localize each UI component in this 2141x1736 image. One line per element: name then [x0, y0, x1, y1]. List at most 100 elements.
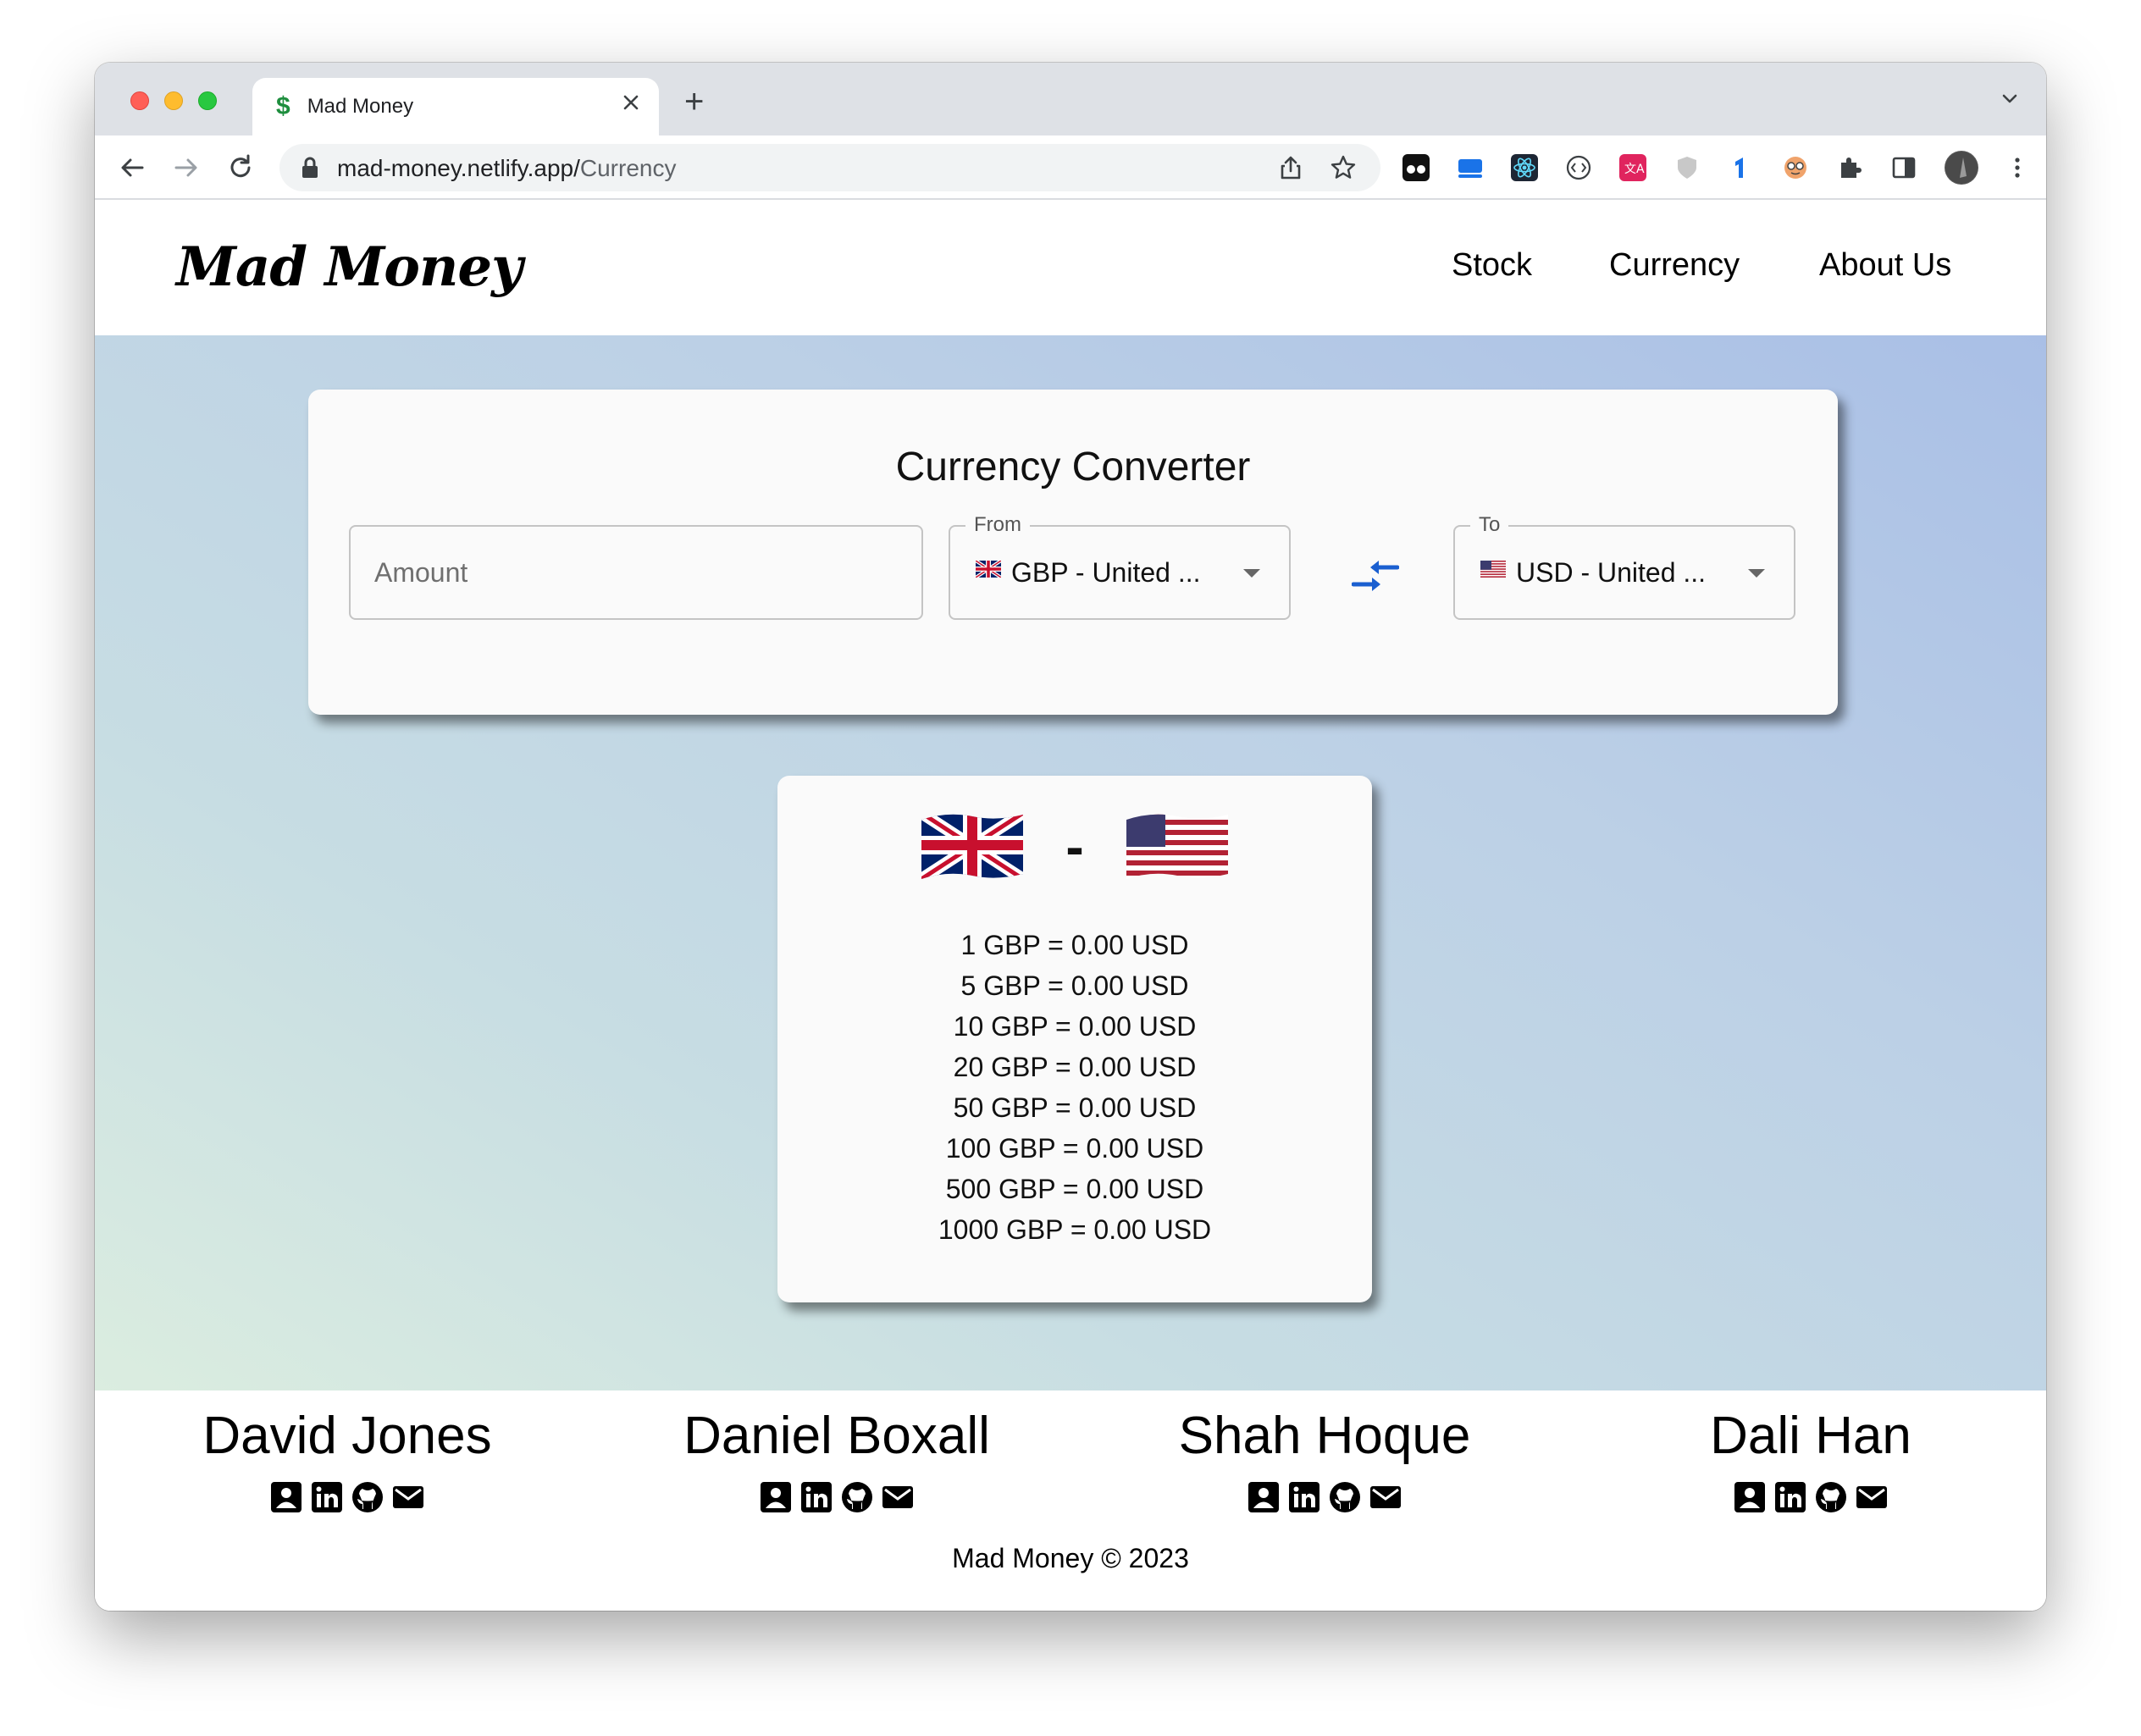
to-currency-select[interactable]: To USD - United ... [1453, 513, 1795, 620]
extension-window-icon[interactable] [1457, 154, 1484, 181]
minimize-window-button[interactable] [164, 91, 183, 110]
extension-shield-icon[interactable] [1674, 154, 1701, 181]
from-currency-value: GBP - United ... [1011, 557, 1201, 588]
member-links [600, 1480, 1074, 1514]
browser-window: $ Mad Money + mad-money.netlify.app/Curr… [95, 63, 2046, 1611]
to-currency-value: USD - United ... [1516, 557, 1707, 588]
tab-title: Mad Money [307, 95, 414, 118]
share-icon[interactable] [1277, 154, 1304, 185]
tab-close-icon[interactable] [620, 91, 642, 120]
member-name: Shah Hoque [1178, 1407, 1471, 1465]
nav-link-stock[interactable]: Stock [1452, 247, 1532, 284]
email-icon[interactable] [881, 1480, 915, 1514]
uk-flag-icon [974, 559, 1003, 582]
email-icon[interactable] [1855, 1480, 1889, 1514]
github-icon[interactable] [840, 1480, 874, 1514]
pair-separator: - [1065, 816, 1083, 877]
extension-glasses-icon[interactable] [1402, 154, 1430, 181]
tab-mad-money[interactable]: $ Mad Money [252, 78, 659, 135]
rate-line: 1000 GBP = 0.00 USD [938, 1214, 1212, 1245]
team-member-dali-han: Dali Han [1574, 1402, 2046, 1514]
site-navbar: Mad Money Stock Currency About Us [95, 200, 2046, 335]
nav-link-about-us[interactable]: About Us [1819, 247, 1951, 284]
lock-icon [300, 156, 320, 184]
member-name: Dali Han [1710, 1407, 1911, 1465]
rate-line: 500 GBP = 0.00 USD [945, 1174, 1204, 1204]
browser-toolbar: mad-money.netlify.app/Currency 文A [95, 135, 2046, 200]
email-icon[interactable] [391, 1480, 425, 1514]
dropdown-caret-icon [1748, 569, 1765, 578]
us-flag-icon [1480, 561, 1506, 582]
extension-face-icon[interactable] [1782, 154, 1809, 181]
forward-arrow-icon[interactable] [171, 152, 202, 187]
rate-line: 5 GBP = 0.00 USD [960, 970, 1189, 1001]
reload-icon[interactable] [225, 152, 256, 187]
portfolio-icon[interactable] [1247, 1480, 1281, 1514]
email-icon[interactable] [1369, 1480, 1402, 1514]
github-icon[interactable] [1328, 1480, 1362, 1514]
back-arrow-icon[interactable] [117, 152, 147, 187]
dropdown-caret-icon [1243, 569, 1260, 578]
rate-line: 20 GBP = 0.00 USD [953, 1052, 1197, 1082]
dollar-favicon-icon: $ [276, 92, 290, 120]
react-devtools-icon[interactable] [1511, 154, 1538, 181]
portfolio-icon[interactable] [269, 1480, 303, 1514]
maximize-window-button[interactable] [198, 91, 217, 110]
team-member-shah-hoque: Shah Hoque [1087, 1402, 1562, 1514]
url-host: mad-money.netlify.app/ [337, 155, 580, 181]
page-content: Mad Money Stock Currency About Us Curren… [95, 200, 2046, 1611]
rate-line: 10 GBP = 0.00 USD [953, 1011, 1197, 1042]
linkedin-icon[interactable] [799, 1480, 833, 1514]
chevron-down-icon[interactable] [1999, 88, 2021, 114]
amount-placeholder: Amount [374, 557, 468, 588]
new-tab-button[interactable]: + [684, 85, 704, 119]
rate-line: 1 GBP = 0.00 USD [960, 930, 1189, 960]
uk-flag-large-icon [921, 814, 1023, 879]
member-links [1574, 1480, 2046, 1514]
amount-input[interactable]: Amount [349, 525, 923, 620]
portfolio-icon[interactable] [1733, 1480, 1767, 1514]
hero-section: Currency Converter Amount From GBP - Uni… [95, 335, 2046, 1390]
team-member-daniel-boxall: Daniel Boxall [600, 1402, 1074, 1514]
member-name: Daniel Boxall [683, 1407, 990, 1465]
extension-code-icon[interactable] [1565, 154, 1592, 181]
bookmark-star-icon[interactable] [1330, 154, 1357, 185]
url-path: Currency [579, 155, 677, 181]
member-links [1087, 1480, 1562, 1514]
github-icon[interactable] [351, 1480, 384, 1514]
from-label: From [965, 513, 1030, 537]
side-panel-icon[interactable] [1890, 154, 1917, 181]
url-text: mad-money.netlify.app/Currency [337, 155, 676, 182]
copyright-text: Mad Money © 2023 [952, 1543, 1189, 1573]
close-window-button[interactable] [130, 91, 149, 110]
profile-avatar[interactable] [1945, 151, 1978, 185]
extension-translate-icon[interactable]: 文A [1619, 154, 1646, 181]
extension-blue-mark-icon[interactable] [1728, 154, 1755, 181]
linkedin-icon[interactable] [1287, 1480, 1321, 1514]
linkedin-icon[interactable] [310, 1480, 344, 1514]
rate-list: 1 GBP = 0.00 USD 5 GBP = 0.00 USD 10 GBP… [777, 925, 1372, 1250]
from-currency-select[interactable]: From GBP - United ... [949, 513, 1291, 620]
site-footer: David Jones Daniel Boxall Shah Hoque Dal… [95, 1390, 2046, 1611]
site-logo[interactable]: Mad Money [176, 235, 523, 299]
swap-currencies-icon[interactable] [1351, 557, 1400, 599]
rate-line: 100 GBP = 0.00 USD [945, 1133, 1204, 1164]
exchange-rates-card: - 1 GBP = 0.00 USD 5 GBP = 0.00 USD 10 G… [777, 776, 1372, 1302]
member-name: David Jones [202, 1407, 492, 1465]
portfolio-icon[interactable] [759, 1480, 793, 1514]
us-flag-large-icon [1126, 814, 1228, 879]
linkedin-icon[interactable] [1773, 1480, 1807, 1514]
svg-text:文A: 文A [1624, 163, 1645, 176]
nav-link-currency[interactable]: Currency [1609, 247, 1740, 284]
rate-line: 50 GBP = 0.00 USD [953, 1092, 1197, 1123]
extensions-puzzle-icon[interactable] [1836, 154, 1863, 181]
member-links [110, 1480, 584, 1514]
converter-title: Currency Converter [895, 445, 1251, 489]
team-member-david-jones: David Jones [110, 1402, 584, 1514]
to-label: To [1470, 513, 1509, 537]
tab-strip: $ Mad Money + [95, 63, 2046, 135]
currency-pair-flags: - [777, 804, 1372, 886]
github-icon[interactable] [1814, 1480, 1848, 1514]
address-bar[interactable]: mad-money.netlify.app/Currency [279, 144, 1380, 191]
more-menu-icon[interactable] [2004, 154, 2031, 181]
